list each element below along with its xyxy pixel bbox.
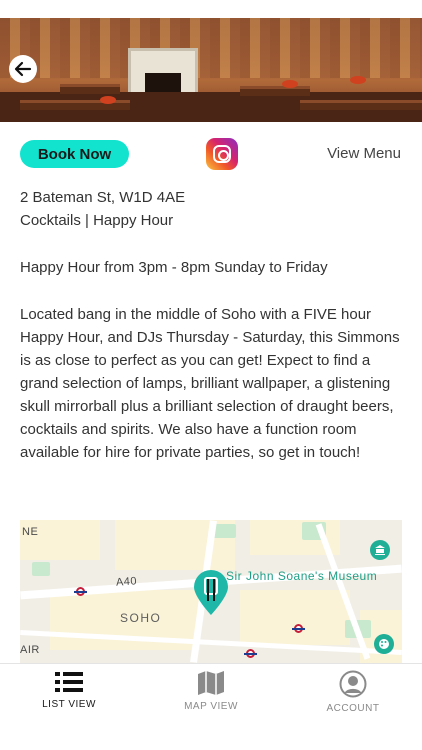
stool	[100, 96, 116, 104]
map-label-road: A40	[115, 575, 138, 589]
tab-label: LIST VIEW	[42, 699, 96, 710]
instagram-icon[interactable]	[206, 138, 238, 170]
action-row: Book Now View Menu	[20, 138, 402, 170]
tube-station-icon	[292, 624, 305, 633]
map-label-air: AIR	[20, 644, 40, 656]
venue-tags: Cocktails | Happy Hour	[20, 212, 174, 229]
museum-icon[interactable]	[370, 540, 390, 560]
view-menu-link[interactable]: View Menu	[327, 145, 401, 162]
map-icon	[198, 671, 224, 695]
stool	[282, 80, 298, 88]
location-map[interactable]: NE A40 SOHO AIR Sir John Soane's Museum	[20, 520, 402, 663]
tab-label: MAP VIEW	[184, 701, 238, 712]
happy-hour-text: Happy Hour from 3pm - 8pm Sunday to Frid…	[20, 259, 328, 276]
map-label-museum: Sir John Soane's Museum	[226, 569, 378, 583]
tube-station-icon	[74, 587, 87, 596]
tube-station-icon	[244, 649, 257, 658]
tab-account[interactable]: ACCOUNT	[293, 670, 413, 720]
stool	[350, 76, 366, 84]
book-now-button[interactable]: Book Now	[20, 140, 129, 168]
cocktail-pin-icon[interactable]	[191, 569, 231, 617]
tab-map-view[interactable]: MAP VIEW	[151, 670, 271, 720]
map-label-ne: NE	[22, 526, 39, 538]
table	[300, 100, 422, 110]
venue-photo	[0, 18, 422, 122]
arrow-left-icon	[14, 61, 32, 77]
table	[240, 86, 310, 96]
account-icon	[339, 670, 367, 698]
tab-label: ACCOUNT	[326, 703, 380, 714]
venue-description: Located bang in the middle of Soho with …	[20, 306, 400, 461]
tab-list-view[interactable]: LIST VIEW	[9, 670, 129, 720]
palette-icon[interactable]	[374, 634, 394, 654]
wallpaper	[0, 18, 422, 78]
back-button[interactable]	[9, 55, 37, 83]
tab-bar: LIST VIEW MAP VIEW ACCOUNT	[0, 663, 422, 750]
table	[60, 84, 120, 94]
map-label-soho: SOHO	[120, 611, 162, 625]
list-icon	[55, 672, 83, 692]
venue-address: 2 Bateman St, W1D 4AE	[20, 189, 186, 206]
